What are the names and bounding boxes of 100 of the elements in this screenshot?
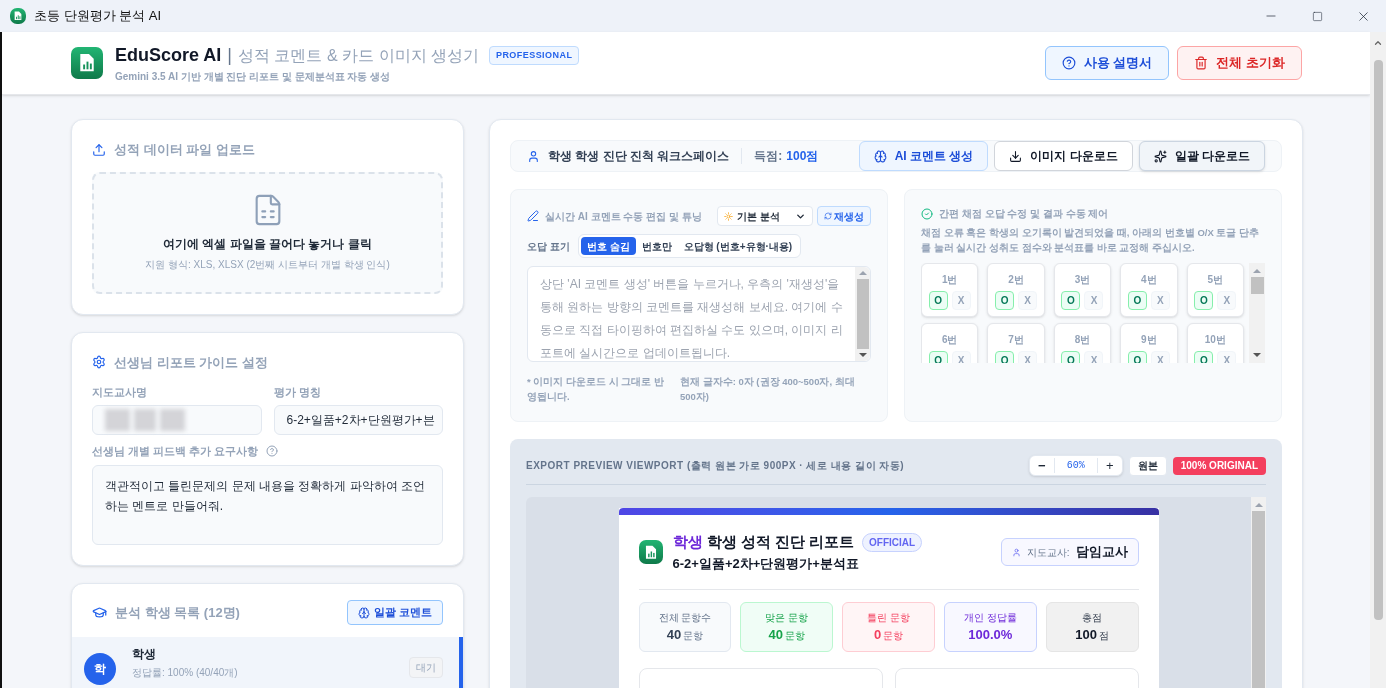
trash-icon	[1194, 56, 1209, 70]
correct-toggle[interactable]: O	[1061, 291, 1081, 310]
card-title: 간편 채점 오답 수정 및 결과 수동 제어	[939, 207, 1109, 221]
question-number: 7번	[1008, 333, 1024, 347]
edition-badge: PROFESSIONAL	[488, 45, 580, 66]
maximize-icon	[1311, 10, 1323, 22]
original-size-button[interactable]: 원본	[1128, 455, 1167, 476]
batch-comment-button[interactable]: 일괄 코멘트	[346, 600, 443, 625]
field-label: 선생님 개별 피드백 추가 요구사항	[92, 443, 259, 459]
zoom-out-button[interactable]: −	[1029, 455, 1054, 476]
stat-unit: 문항	[784, 628, 805, 643]
report-student-name: 학생	[672, 532, 703, 552]
card-title: 분석 학생 목록 (12명)	[115, 603, 240, 622]
stat-label: 개인 정답률	[963, 610, 1017, 625]
mode-select[interactable]: 기본 분석	[717, 206, 813, 226]
scrollbar-thumb[interactable]	[1252, 511, 1265, 688]
help-icon	[266, 444, 279, 457]
brand-name: EduScore AI	[115, 44, 222, 67]
field-label: 평가 명칭	[273, 385, 322, 400]
window-title: 초등 단원평가 분석 AI	[34, 7, 162, 26]
student-list-item[interactable]: 학 학생 정답률: 100% (40/40개) 대기	[72, 637, 463, 688]
help-icon	[1061, 56, 1076, 70]
sparkles-icon	[1153, 149, 1167, 163]
question-number: 9번	[1141, 333, 1157, 347]
marking-label: 오답 표기	[527, 239, 570, 254]
request-field[interactable]: 객관적이고 틀린문제의 문제 내용을 정확하게 파악하여 조언하는 멘트로 만들어줘.	[92, 465, 443, 545]
stat-unit: 문항	[883, 628, 904, 643]
correct-toggle[interactable]: O	[1127, 291, 1147, 310]
scroll-up-icon	[1373, 38, 1383, 48]
brain-icon	[873, 149, 887, 163]
score-value: 100점	[786, 148, 819, 165]
pen-icon	[527, 210, 539, 222]
download-button[interactable]: 이미지 다운로드	[994, 141, 1133, 171]
stat-label: 맞은 문항	[765, 610, 809, 625]
ai-comment-button[interactable]: AI 코멘트 생성	[858, 141, 989, 171]
marking-tab[interactable]: 번호 숨김	[580, 237, 636, 255]
app-logo-icon	[10, 8, 26, 24]
preview-title: EXPORT PREVIEW VIEWPORT (출력 원본 가로 900PX · 세로 내용 길이 자동)	[526, 459, 905, 473]
scrollbar-thumb[interactable]	[1373, 60, 1383, 620]
student-accuracy: 정답률: 100% (40/40개)	[132, 666, 238, 680]
reset-button[interactable]: 전체 초기화	[1177, 46, 1302, 80]
workspace-title: 학생 학생 진단 진척 워크스페이스	[548, 148, 730, 165]
upload-icon	[92, 142, 106, 157]
report-title: 학생 성적 진단 리포트	[706, 532, 854, 552]
comment-placeholder: 상단 'AI 코멘트 생성' 버튼을 누르거나, 우측의 '재생성'을 통해 원하는 방향의 코멘트를 재생성해 보세요. 여기에 수동으로 직접 타이핑하여 편집하실 수도 있으며, 이미지 리포트에 실시간으로 업데이트됩니다.	[539, 276, 844, 361]
stat-value: 0	[873, 625, 882, 644]
zoom-level: 60%	[1053, 458, 1098, 473]
status-tag: 대기	[409, 657, 443, 678]
exam-name-field[interactable]: 6-2+일품+2차+단원평가+븐	[273, 404, 443, 435]
scrollbar-thumb[interactable]	[856, 279, 869, 349]
stat-value: 40	[768, 625, 783, 644]
app-tagline: Gemini 3.5 AI 기반 개별 진단 리포트 및 문제분석표 자동 생성	[115, 70, 392, 84]
question-number: 8번	[1074, 333, 1091, 347]
batch-download-button[interactable]: 일괄 다운로드	[1138, 141, 1265, 171]
question-number: 1번	[941, 273, 958, 287]
sun-icon	[724, 211, 733, 221]
app-logo-icon	[638, 540, 663, 564]
stat-value: 40	[666, 625, 682, 644]
correct-toggle[interactable]: O	[1194, 291, 1214, 310]
app-logo-icon	[71, 47, 103, 79]
question-number: 5번	[1207, 273, 1224, 287]
zoom-in-button[interactable]: +	[1097, 455, 1122, 476]
regenerate-button[interactable]: 재생성	[817, 206, 871, 226]
stat-label: 총점	[1082, 610, 1103, 625]
correct-toggle[interactable]: O	[928, 291, 948, 310]
stat-value: 100	[1075, 625, 1097, 644]
refresh-icon	[824, 212, 832, 220]
question-number: 10번	[1204, 333, 1226, 347]
report-exam-name: 6-2+일품+2차+단원평가+분석표	[672, 554, 860, 573]
brain-icon	[357, 606, 370, 619]
graduation-cap-icon	[92, 605, 107, 620]
correct-toggle[interactable]: O	[995, 291, 1015, 310]
grading-description: 채점 오류 혹은 학생의 오기록이 발견되었을 때, 아래의 번호별 O/X 토글 단추를 눌러 실시간 성취도 점수와 분석표를 바로 교정해 주십시오.	[921, 226, 1261, 255]
card-title: 선생님 리포트 가이드 설정	[114, 353, 268, 372]
file-dropzone[interactable]: 여기에 엑셀 파일을 끌어다 놓거나 클릭 지원 형식: XLS, XLSX (2번째 시트부터 개별 학생 인식)	[92, 171, 443, 294]
stat-unit: 점	[1098, 628, 1109, 643]
settings-icon	[92, 355, 106, 370]
original-badge: 100% ORIGINAL	[1172, 456, 1266, 475]
teacher-name: 담임교사	[1075, 543, 1128, 562]
student-avatar: 학	[84, 653, 116, 685]
title-separator: |	[227, 44, 233, 67]
scrollbar-thumb[interactable]	[1250, 277, 1264, 294]
stat-unit: 문항	[683, 628, 704, 643]
check-circle-icon	[921, 207, 933, 220]
teacher-name-field[interactable]	[92, 404, 262, 435]
marking-tab[interactable]: 번호만	[635, 237, 678, 255]
manual-button[interactable]: 사용 설명서	[1044, 46, 1170, 80]
student-name: 학생	[132, 646, 157, 663]
dropzone-hint: 지원 형식: XLS, XLSX (2번째 시트부터 개별 학생 인식)	[145, 258, 390, 272]
question-number: 6번	[941, 333, 958, 347]
user-icon	[1011, 547, 1021, 557]
marking-tab[interactable]: 오답형 (번호+유형·내용)	[677, 237, 799, 255]
official-badge: OFFICIAL	[862, 532, 923, 552]
question-number: 4번	[1141, 273, 1157, 287]
stat-label: 전체 문항수	[658, 610, 712, 625]
score-label: 득점:	[754, 148, 783, 165]
stat-label: 틀린 문항	[867, 610, 910, 625]
teacher-label: 지도교사:	[1026, 545, 1070, 560]
stat-value: 100.0%	[968, 625, 1013, 644]
user-icon	[527, 149, 540, 163]
